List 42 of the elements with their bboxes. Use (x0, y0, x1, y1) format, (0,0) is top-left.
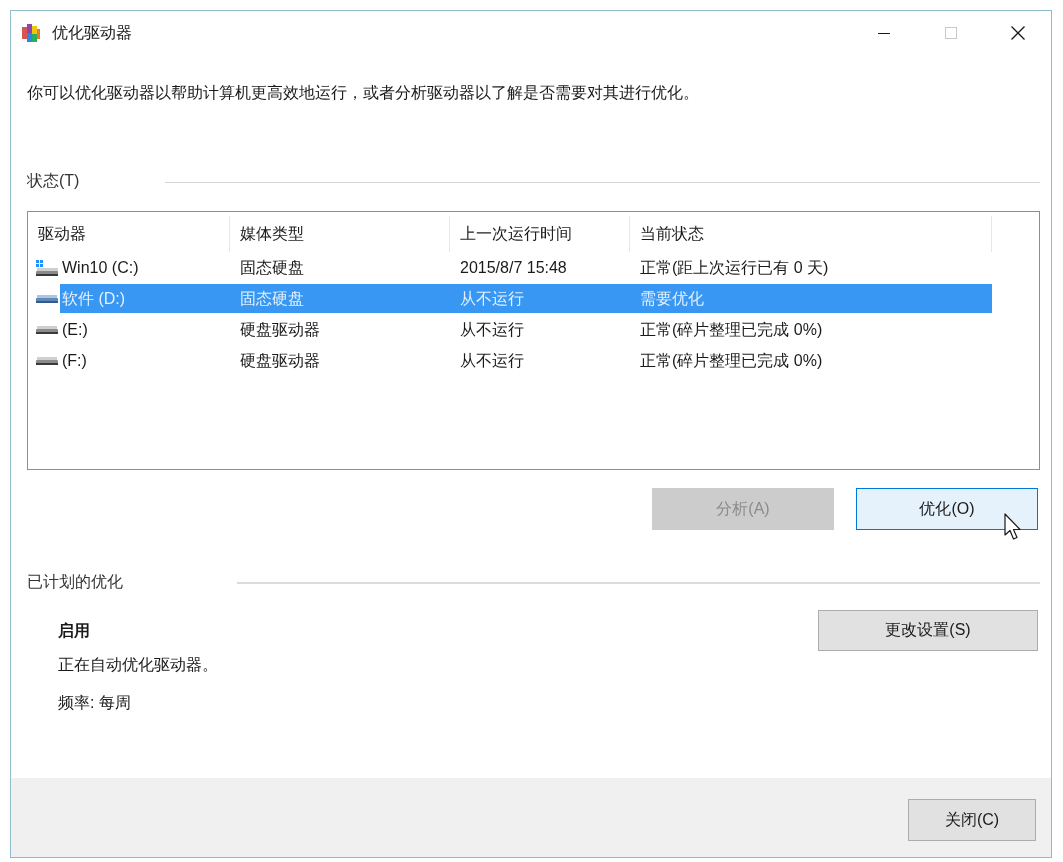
section-label: 已计划的优化 (27, 572, 123, 592)
minimize-icon (877, 32, 890, 34)
table-cell-text: (F:) (61, 350, 88, 371)
drive-icon (36, 294, 58, 303)
table-cell-text: 固态硬盘 (239, 257, 305, 278)
table-cell-text: 正常(碎片整理已完成 0%) (639, 350, 824, 371)
table-cell-text: 需要优化 (639, 288, 705, 309)
color-blocks-icon (22, 24, 40, 42)
schedule-state: 启用 (58, 620, 90, 641)
table-cell-text: 硬盘驱动器 (239, 350, 321, 371)
change-settings-button[interactable]: 更改设置(S) (818, 610, 1038, 651)
table-cell-text: 软件 (D:) (61, 288, 127, 309)
table-cell-text: 固态硬盘 (239, 288, 305, 309)
column-header[interactable]: 当前状态 (630, 216, 992, 252)
table-cell-text: 从不运行 (459, 350, 525, 371)
table-cell-text: 从不运行 (459, 319, 525, 340)
column-header[interactable]: 上一次运行时间 (450, 216, 630, 252)
drive-icon (36, 356, 58, 365)
table-cell-text: 从不运行 (459, 288, 525, 309)
close-dialog-button[interactable]: 关闭(C) (908, 799, 1036, 841)
column-header[interactable]: 驱动器 (28, 216, 230, 252)
maximize-icon (944, 27, 957, 39)
window-title: 优化驱动器 (52, 22, 132, 43)
description-text: 你可以优化驱动器以帮助计算机更高效地运行，或者分析驱动器以了解是否需要对其进行优化。 (27, 83, 700, 103)
table-row[interactable]: (F:) 硬盘驱动器 从不运行 正常(碎片整理已完成 0%) (60, 346, 992, 375)
system-drive-icon (36, 259, 58, 276)
table-cell-text: 正常(碎片整理已完成 0%) (639, 319, 824, 340)
table-cell-text: Win10 (C:) (61, 257, 140, 278)
table-row[interactable]: Win10 (C:) 固态硬盘 2015/8/7 15:48 正常(距上次运行已有 0 天) (60, 253, 992, 282)
close-icon (1010, 26, 1025, 40)
drive-icon (36, 325, 58, 334)
pointer-cursor-icon (1004, 513, 1022, 541)
table-cell-text: 正常(距上次运行已有 0 天) (639, 257, 830, 278)
table-row[interactable]: (E:) 硬盘驱动器 从不运行 正常(碎片整理已完成 0%) (60, 315, 992, 344)
table-cell-text: 2015/8/7 15:48 (459, 257, 568, 278)
section-label: 状态(T) (27, 171, 80, 191)
table-cell-text: 硬盘驱动器 (239, 319, 321, 340)
frequency-text: 频率: 每周 (58, 693, 132, 713)
schedule-description: 正在自动优化驱动器。 (58, 655, 219, 675)
column-header[interactable]: 媒体类型 (230, 216, 450, 252)
table-cell-text: (E:) (61, 319, 89, 340)
optimize-button[interactable]: 优化(O) (856, 488, 1038, 530)
